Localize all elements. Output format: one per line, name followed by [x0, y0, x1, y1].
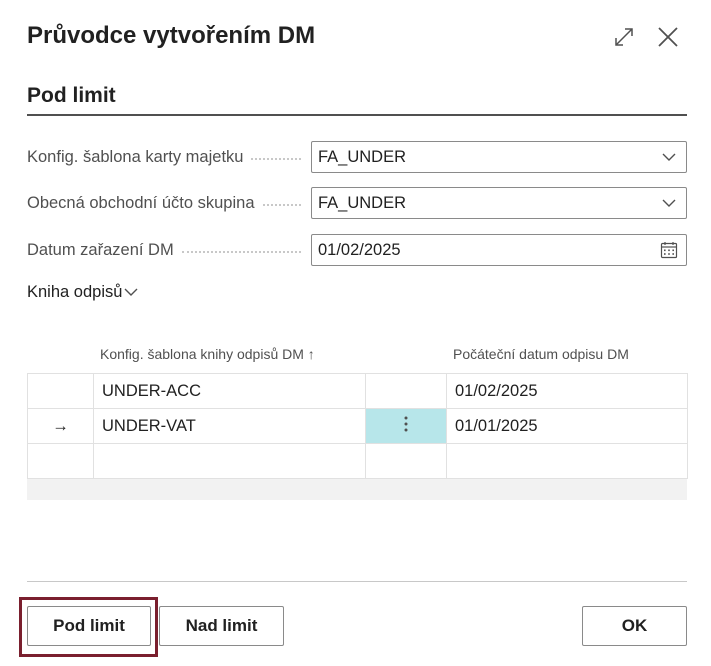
fasttab-depreciation-book[interactable]: Kniha odpisů — [27, 283, 138, 302]
template-cell[interactable] — [93, 443, 366, 479]
ok-button[interactable]: OK — [582, 606, 687, 646]
table-row[interactable]: UNDER-ACC 01/02/2025 — [27, 373, 688, 409]
row-menu-cell[interactable] — [365, 373, 447, 409]
section-divider — [27, 114, 687, 116]
row-menu-cell[interactable] — [365, 408, 447, 444]
card-template-value: FA_UNDER — [318, 147, 407, 166]
calendar-icon[interactable] — [660, 241, 678, 259]
field-row-card-template: Konfig. šablona karty majetku FA_UNDER — [27, 140, 687, 174]
field-label-text: Konfig. šablona karty majetku — [27, 147, 244, 166]
acquisition-date-input[interactable]: 01/02/2025 — [311, 234, 687, 266]
grid-header: Konfig. šablona knihy odpisů DM ↑ Počáte… — [27, 346, 687, 366]
table-row[interactable]: → UNDER-VAT 01/01/2025 — [27, 408, 688, 444]
row-marker-cell[interactable] — [27, 373, 94, 409]
section-title: Pod limit — [27, 84, 116, 107]
more-options-icon[interactable] — [404, 415, 408, 433]
chevron-down-icon[interactable] — [660, 148, 678, 166]
chevron-down-icon[interactable] — [660, 194, 678, 212]
fasttab-label: Kniha odpisů — [27, 283, 123, 301]
footer-divider — [27, 581, 687, 582]
chevron-down-icon — [124, 288, 138, 297]
template-cell[interactable]: UNDER-VAT — [93, 408, 366, 444]
expand-icon[interactable] — [611, 22, 637, 52]
row-marker-cell[interactable]: → — [27, 408, 94, 444]
posting-group-value: FA_UNDER — [318, 193, 407, 212]
start-date-cell[interactable]: 01/01/2025 — [446, 408, 688, 444]
sort-ascending-icon: ↑ — [307, 346, 315, 362]
start-date-cell[interactable] — [446, 443, 688, 479]
card-template-select[interactable]: FA_UNDER — [311, 141, 687, 173]
table-row[interactable] — [27, 443, 688, 479]
posting-group-select[interactable]: FA_UNDER — [311, 187, 687, 219]
row-menu-cell[interactable] — [365, 443, 447, 479]
field-row-posting-group: Obecná obchodní účto skupina FA_UNDER — [27, 186, 687, 220]
field-row-acquisition-date: Datum zařazení DM 01/02/2025 — [27, 233, 687, 267]
field-label: Konfig. šablona karty majetku — [27, 148, 311, 167]
close-icon[interactable] — [655, 22, 681, 52]
start-date-cell[interactable]: 01/02/2025 — [446, 373, 688, 409]
grid-scroll-footer — [27, 479, 687, 500]
column-header-template[interactable]: Konfig. šablona knihy odpisů DM ↑ — [100, 346, 315, 362]
field-label: Obecná obchodní účto skupina — [27, 194, 311, 213]
row-marker-cell[interactable] — [27, 443, 94, 479]
acquisition-date-value: 01/02/2025 — [318, 240, 401, 259]
template-cell[interactable]: UNDER-ACC — [93, 373, 366, 409]
depreciation-book-grid: UNDER-ACC 01/02/2025 → UNDER-VAT 01/01/2… — [27, 373, 688, 479]
arrow-right-icon: → — [52, 416, 69, 435]
field-label: Datum zařazení DM — [27, 241, 311, 260]
column-header-start-date[interactable]: Počáteční datum odpisu DM — [453, 346, 629, 362]
field-label-text: Obecná obchodní účto skupina — [27, 193, 255, 212]
title-actions — [611, 22, 681, 52]
column-header-template-label: Konfig. šablona knihy odpisů DM — [100, 346, 304, 362]
pod-limit-button[interactable]: Pod limit — [27, 606, 151, 646]
field-label-text: Datum zařazení DM — [27, 240, 174, 259]
dialog-title: Průvodce vytvořením DM — [27, 22, 316, 49]
nad-limit-button[interactable]: Nad limit — [159, 606, 284, 646]
